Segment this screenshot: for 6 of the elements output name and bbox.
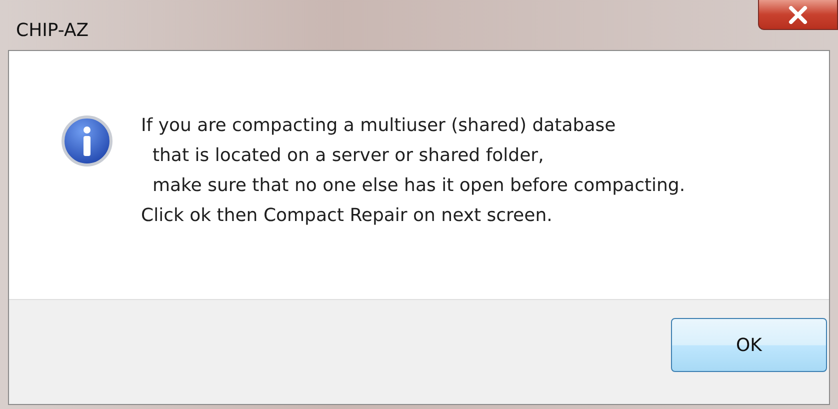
close-button[interactable]: [758, 0, 838, 30]
information-icon: [61, 115, 113, 167]
message-text: If you are compacting a multiuser (shared) database that is located on a server or shared folder, make sure that no one else has it open before compacting. Click ok then Compact Repair on next screen.: [141, 114, 686, 228]
close-icon: [787, 6, 809, 24]
window-title: CHIP-AZ: [16, 20, 89, 41]
ok-button[interactable]: OK: [671, 318, 827, 372]
